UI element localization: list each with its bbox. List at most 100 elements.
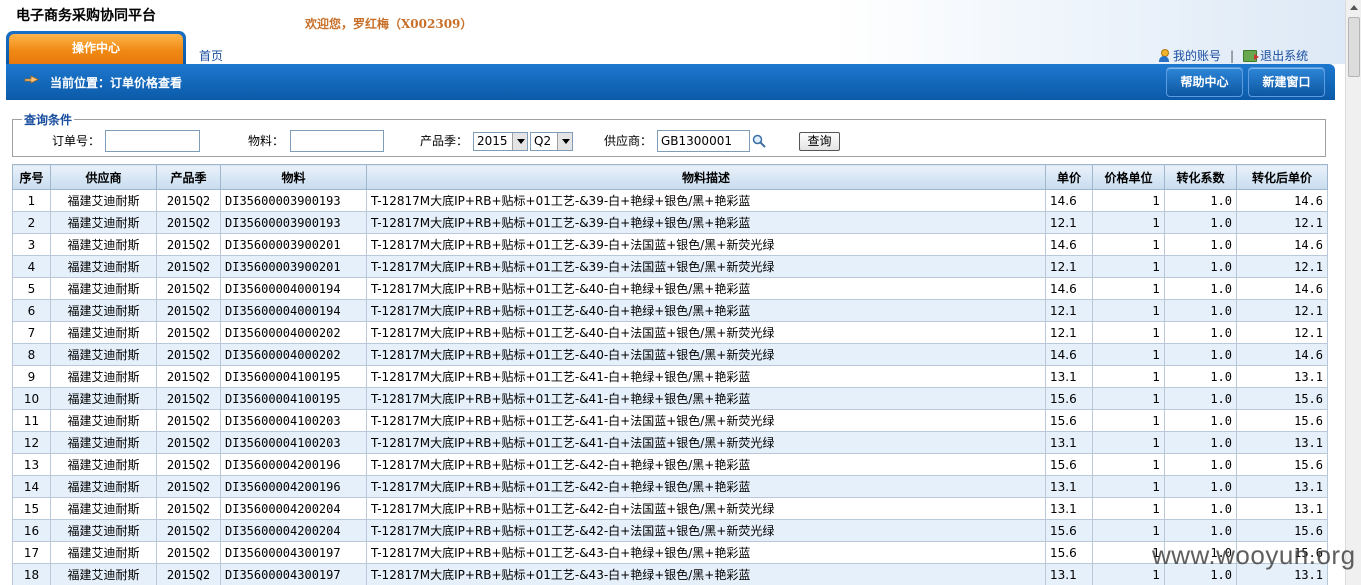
column-header[interactable]: 物料 <box>220 164 367 190</box>
table-row[interactable]: 18 福建艾迪耐斯 2015Q2 DI35600004300197 T-12817M大底… <box>12 563 1328 585</box>
tab-operation-center[interactable]: 操作中心 <box>6 31 186 64</box>
table-row[interactable]: 13 福建艾迪耐斯 2015Q2 DI35600004200196 T-12817M大底… <box>12 453 1328 476</box>
table-cell: DI35600004200204 <box>220 497 367 520</box>
search-icon[interactable] <box>752 134 766 148</box>
table-cell: 1.0 <box>1164 277 1237 300</box>
table-cell: 1.0 <box>1164 255 1237 278</box>
column-header[interactable]: 序号 <box>12 164 51 190</box>
welcome-message: 欢迎您，罗红梅（X002309） <box>305 17 473 31</box>
supplier-input[interactable] <box>657 130 750 152</box>
table-row[interactable]: 17 福建艾迪耐斯 2015Q2 DI35600004300197 T-12817M大底… <box>12 541 1328 564</box>
column-header[interactable]: 转化后单价 <box>1236 164 1328 190</box>
table-row[interactable]: 4 福建艾迪耐斯 2015Q2 DI35600003900201 T-12817M大底I… <box>12 255 1328 278</box>
table-cell: 福建艾迪耐斯 <box>50 211 157 234</box>
table-cell: 1.0 <box>1164 387 1237 410</box>
table-row[interactable]: 14 福建艾迪耐斯 2015Q2 DI35600004200196 T-12817M大底… <box>12 475 1328 498</box>
table-cell: 2015Q2 <box>156 453 221 476</box>
table-cell: 13.1 <box>1236 431 1328 454</box>
table-cell: DI35600004000194 <box>220 299 367 322</box>
table-cell: 1 <box>12 189 51 212</box>
new-window-button[interactable]: 新建窗口 <box>1248 67 1325 97</box>
table-cell: 2015Q2 <box>156 519 221 542</box>
table-cell: 16 <box>12 519 51 542</box>
table-cell: 2015Q2 <box>156 475 221 498</box>
material-input[interactable] <box>290 130 384 152</box>
table-cell: 福建艾迪耐斯 <box>50 255 157 278</box>
page-header: 电子商务采购协同平台 欢迎您，罗红梅（X002309） 操作中心 首页 我的账号… <box>0 0 1345 64</box>
table-cell: 2015Q2 <box>156 321 221 344</box>
table-cell: T-12817M大底IP+RB+贴标+01工艺-&41-白+艳绿+银色/黑+艳彩… <box>366 365 1046 388</box>
table-cell: 1.0 <box>1164 519 1237 542</box>
query-button[interactable]: 查询 <box>799 132 840 151</box>
table-row[interactable]: 1 福建艾迪耐斯 2015Q2 DI35600003900193 T-12817M大底I… <box>12 189 1328 212</box>
link-separator: | <box>1230 48 1235 63</box>
table-cell: 2015Q2 <box>156 255 221 278</box>
table-cell: 福建艾迪耐斯 <box>50 475 157 498</box>
table-cell: 13.1 <box>1045 497 1093 520</box>
column-header[interactable]: 价格单位 <box>1092 164 1165 190</box>
table-row[interactable]: 6 福建艾迪耐斯 2015Q2 DI35600004000194 T-12817M大底I… <box>12 299 1328 322</box>
table-cell: DI35600004000202 <box>220 321 367 344</box>
column-header[interactable]: 产品季 <box>156 164 221 190</box>
table-cell: 2015Q2 <box>156 189 221 212</box>
table-row[interactable]: 12 福建艾迪耐斯 2015Q2 DI35600004100203 T-12817M大底… <box>12 431 1328 454</box>
table-row[interactable]: 16 福建艾迪耐斯 2015Q2 DI35600004200204 T-12817M大底… <box>12 519 1328 542</box>
table-cell: 1.0 <box>1164 321 1237 344</box>
table-cell: 1.0 <box>1164 453 1237 476</box>
order-number-input[interactable] <box>105 130 200 152</box>
table-cell: 福建艾迪耐斯 <box>50 365 157 388</box>
table-cell: 1.0 <box>1164 409 1237 432</box>
table-cell: 福建艾迪耐斯 <box>50 387 157 410</box>
table-cell: 2015Q2 <box>156 343 221 366</box>
column-header[interactable]: 转化系数 <box>1164 164 1237 190</box>
table-cell: 13.1 <box>1045 431 1093 454</box>
table-cell: T-12817M大底IP+RB+贴标+01工艺-&40-白+法国蓝+银色/黑+新… <box>366 321 1046 344</box>
table-cell: 1.0 <box>1164 299 1237 322</box>
table-cell: DI35600004200204 <box>220 519 367 542</box>
table-cell: DI35600003900201 <box>220 255 367 278</box>
column-header[interactable]: 物料描述 <box>366 164 1046 190</box>
table-cell: 12 <box>12 431 51 454</box>
table-row[interactable]: 11 福建艾迪耐斯 2015Q2 DI35600004100203 T-12817M大底… <box>12 409 1328 432</box>
column-header[interactable]: 单价 <box>1045 164 1093 190</box>
season-year-select[interactable]: 2015 <box>473 132 528 151</box>
table-cell: 福建艾迪耐斯 <box>50 321 157 344</box>
vertical-scrollbar[interactable] <box>1345 0 1361 585</box>
table-row[interactable]: 7 福建艾迪耐斯 2015Q2 DI35600004000202 T-12817M大底I… <box>12 321 1328 344</box>
table-cell: 1.0 <box>1164 189 1237 212</box>
table-row[interactable]: 8 福建艾迪耐斯 2015Q2 DI35600004000202 T-12817M大底I… <box>12 343 1328 366</box>
table-cell: DI35600004100195 <box>220 387 367 410</box>
help-center-button[interactable]: 帮助中心 <box>1166 67 1243 97</box>
breadcrumb: 当前位置：订单价格查看 <box>50 76 183 90</box>
table-cell: 5 <box>12 277 51 300</box>
chevron-down-icon <box>512 133 527 150</box>
table-cell: 福建艾迪耐斯 <box>50 343 157 366</box>
logout-link[interactable]: 退出系统 <box>1260 47 1308 64</box>
table-row[interactable]: 5 福建艾迪耐斯 2015Q2 DI35600004000194 T-12817M大底I… <box>12 277 1328 300</box>
table-row[interactable]: 15 福建艾迪耐斯 2015Q2 DI35600004200204 T-12817M大底… <box>12 497 1328 520</box>
table-cell: T-12817M大底IP+RB+贴标+01工艺-&41-白+艳绿+银色/黑+艳彩… <box>366 387 1046 410</box>
home-link[interactable]: 首页 <box>199 47 223 64</box>
table-cell: 1 <box>1092 409 1165 432</box>
table-cell: 3 <box>12 233 51 256</box>
season-quarter-select[interactable]: Q2 <box>530 132 573 151</box>
table-row[interactable]: 2 福建艾迪耐斯 2015Q2 DI35600003900193 T-12817M大底I… <box>12 211 1328 234</box>
table-row[interactable]: 9 福建艾迪耐斯 2015Q2 DI35600004100195 T-12817M大底I… <box>12 365 1328 388</box>
table-cell: T-12817M大底IP+RB+贴标+01工艺-&42-白+法国蓝+银色/黑+新… <box>366 497 1046 520</box>
table-cell: 15.6 <box>1045 453 1093 476</box>
table-cell: T-12817M大底IP+RB+贴标+01工艺-&40-白+法国蓝+银色/黑+新… <box>366 343 1046 366</box>
chevron-down-icon <box>557 133 572 150</box>
table-cell: 15 <box>12 497 51 520</box>
table-row[interactable]: 3 福建艾迪耐斯 2015Q2 DI35600003900201 T-12817M大底I… <box>12 233 1328 256</box>
table-cell: 1.0 <box>1164 211 1237 234</box>
scrollbar-thumb[interactable] <box>1348 17 1360 77</box>
table-cell: 14.6 <box>1236 277 1328 300</box>
table-cell: 13.1 <box>1236 497 1328 520</box>
table-cell: DI35600004100195 <box>220 365 367 388</box>
table-row[interactable]: 10 福建艾迪耐斯 2015Q2 DI35600004100195 T-12817M大底… <box>12 387 1328 410</box>
my-account-link[interactable]: 我的账号 <box>1173 47 1221 64</box>
table-cell: DI35600003900201 <box>220 233 367 256</box>
table-cell: 1.0 <box>1164 233 1237 256</box>
column-header[interactable]: 供应商 <box>50 164 157 190</box>
scroll-up-icon[interactable] <box>1350 5 1358 10</box>
